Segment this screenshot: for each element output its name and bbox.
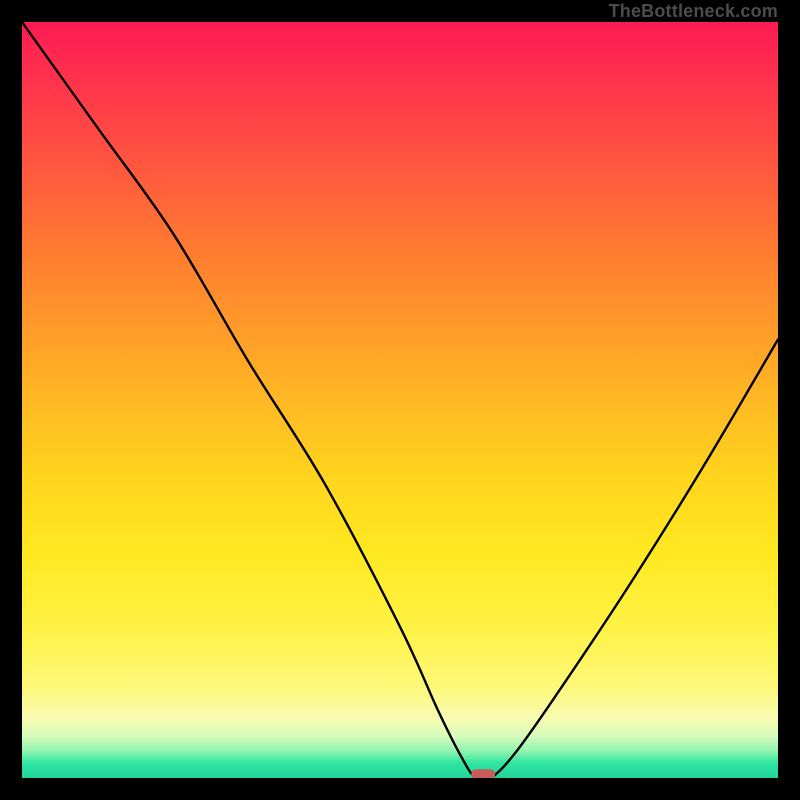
chart-frame: TheBottleneck.com	[0, 0, 800, 800]
optimal-point-marker	[471, 769, 495, 778]
watermark-label: TheBottleneck.com	[609, 0, 778, 22]
bottleneck-curve	[22, 22, 778, 778]
plot-area	[22, 22, 778, 778]
